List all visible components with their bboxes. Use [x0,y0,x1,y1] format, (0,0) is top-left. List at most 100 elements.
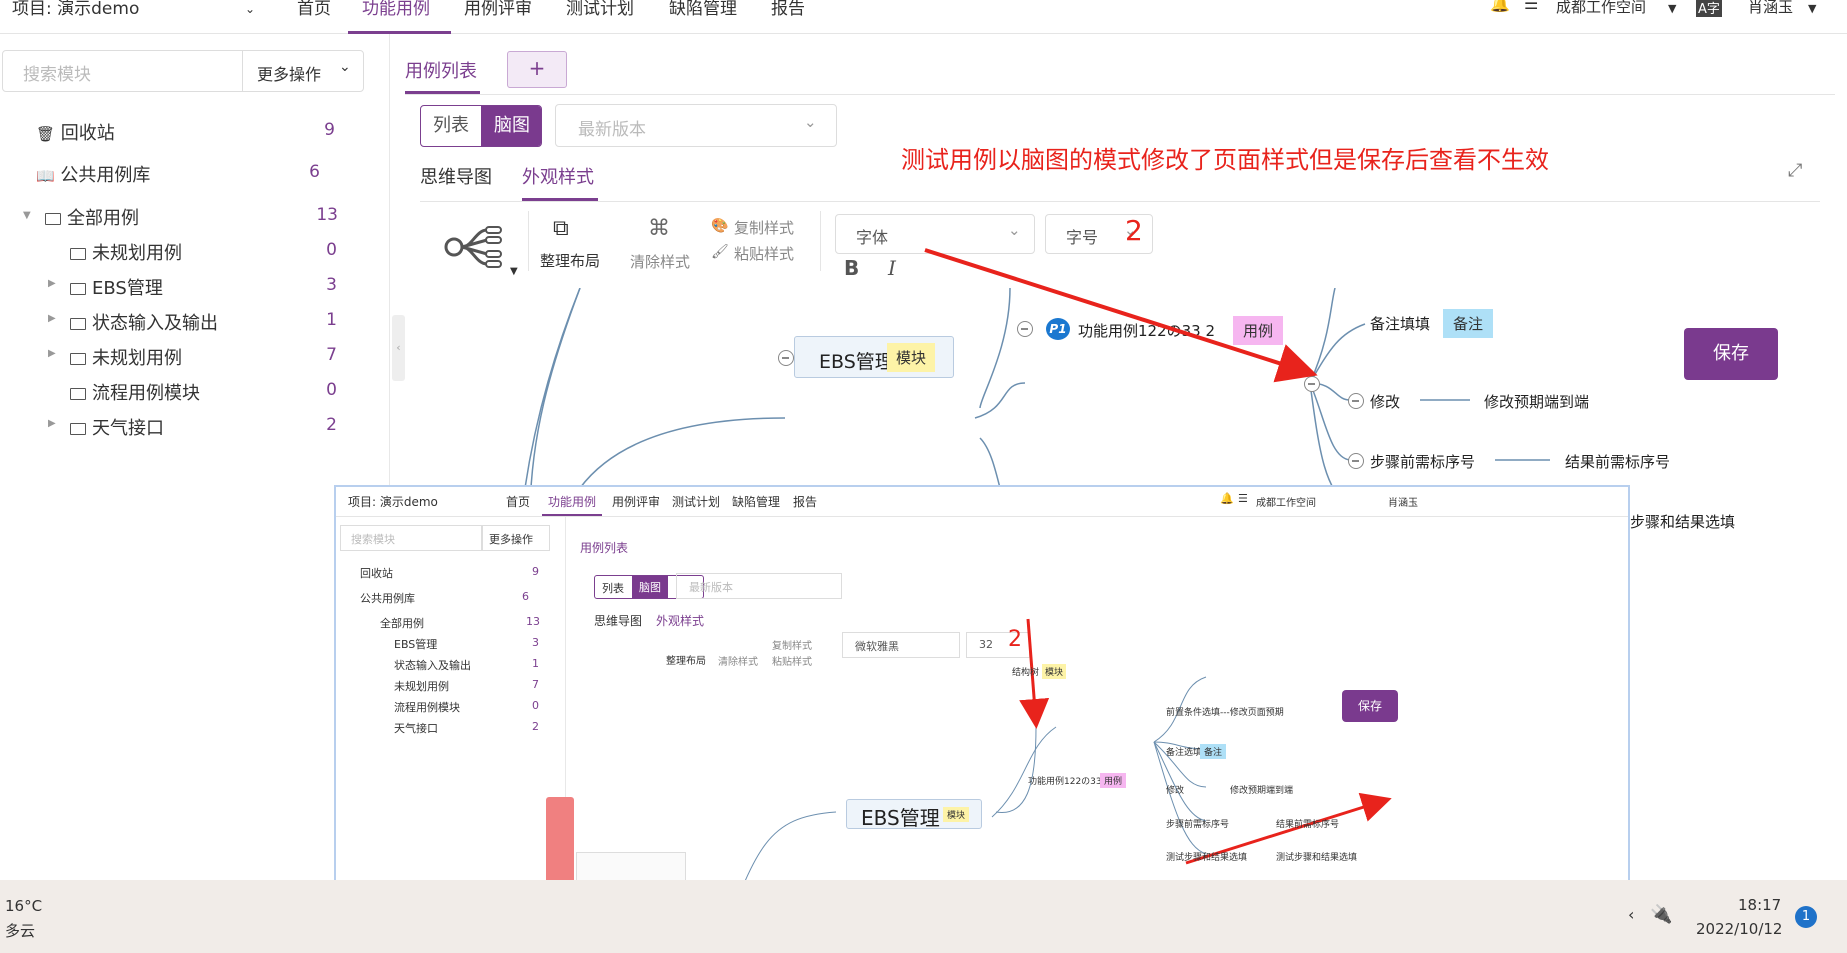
bold-button[interactable]: B [844,256,859,280]
bell-icon[interactable]: 🔔 [1490,0,1510,13]
inner-node-test-value[interactable]: 测试步骤和结果选填 [1276,850,1357,863]
inner-tag-case: 用例 [1100,773,1127,788]
collapse-node-icon[interactable] [1304,376,1320,392]
nav-tab-review[interactable]: 用例评审 [464,0,532,19]
tab-case-list[interactable]: 用例列表 [405,57,477,83]
folder-icon [70,353,86,365]
notification-badge[interactable]: 1 [1795,906,1817,928]
mindmap-node-note[interactable]: 备注填填 [1370,313,1430,334]
node-tag-case: 用例 [1233,316,1284,345]
nav-tab-defects[interactable]: 缺陷管理 [669,0,737,19]
collapse-node-icon[interactable] [1348,453,1364,469]
expand-caret-icon[interactable]: ▶ [48,313,56,324]
caret-down-icon[interactable]: ▼ [1668,2,1676,15]
chevron-down-icon[interactable]: ⌄ [245,2,255,16]
search-input[interactable]: 搜索模块 [2,50,243,92]
list-view-button[interactable]: 列表 [421,106,481,146]
palette-icon: 🎨 [711,218,729,234]
inner-node-modify[interactable]: 修改 [1166,783,1184,796]
mindmap-node-modify-value[interactable]: 修改预期端到端 [1484,391,1589,412]
expand-caret-icon[interactable]: ▶ [48,278,56,289]
sidebar-item-ebs[interactable]: EBS管理 [70,274,163,300]
inner-node-pre[interactable]: 前置条件选填---修改页面预期 [1166,705,1284,718]
inner-node-step-value[interactable]: 结果前需标序号 [1276,817,1339,830]
sidebar-item-flow[interactable]: 流程用例模块 [70,379,200,405]
expand-caret-icon[interactable]: ▶ [48,418,56,429]
folder-icon [70,248,86,260]
inner-node-note[interactable]: 备注选填 [1166,745,1202,758]
divider [820,211,821,271]
weather-desc[interactable]: 多云 [5,920,35,941]
collapse-handle[interactable]: ‹ [392,315,405,381]
add-tab-button[interactable]: + [507,51,567,88]
nav-tab-cases[interactable]: 功能用例 [362,0,430,19]
inner-case-node[interactable]: 功能用例122の33 2 [1028,774,1110,787]
collapse-node-icon[interactable] [1017,321,1033,337]
sidebar-item-recycle[interactable]: 🗑 回收站 [36,119,115,145]
more-ops-dropdown[interactable]: 更多操作 ⌄ [242,50,364,92]
mindmap-node-step[interactable]: 步骤前需标序号 [1370,451,1475,472]
tidy-layout-icon[interactable]: ⧉ [553,216,569,241]
sidebar-item-status[interactable]: 状态输入及输出 [70,309,218,335]
count-badge: 1 [326,310,337,330]
tidy-layout-button[interactable]: 整理布局 [540,250,600,271]
expand-caret-icon[interactable]: ▼ [23,210,31,221]
clock-date[interactable]: 2022/10/12 [1696,920,1782,938]
inner-node-struct[interactable]: 结构树 [1012,665,1039,678]
translate-icon[interactable]: A字 [1696,0,1722,17]
italic-button[interactable]: I [888,256,896,280]
trash-icon: 🗑 [36,125,56,143]
nav-tab-plan[interactable]: 测试计划 [566,0,634,19]
mindmap-node-modify[interactable]: 修改 [1370,391,1400,412]
version-select[interactable]: 最新版本 ⌄ [555,104,837,147]
sidebar-item-unplanned-2[interactable]: 未规划用例 [70,344,182,370]
mindmap-template-icon[interactable] [442,218,504,276]
inner-root-node[interactable]: EBS管理 模块 [846,799,982,830]
count-badge: 9 [324,120,335,140]
clear-style-button[interactable]: 清除样式 [630,251,690,272]
chevron-left-icon[interactable]: ‹ [1628,905,1634,924]
fullscreen-icon[interactable]: ⤢ [1788,160,1802,181]
module-sidebar: 搜索模块 更多操作 ⌄ 🗑 回收站 9 📖 公共用例库 6 ▼ 全部用例 13 … [0,34,390,874]
style-toolbar: ▼ ⧉ 整理布局 ⌘ 清除样式 🎨 复制样式 🖌 粘贴样式 字体 ⌄ 字号 ⌄ … [420,206,1820,288]
user-menu[interactable]: 肖涵玉 [1748,0,1793,17]
nav-tab-home[interactable]: 首页 [297,0,331,19]
copy-style-button[interactable]: 复制样式 [734,217,794,238]
nav-tab-report[interactable]: 报告 [771,0,805,19]
project-selector[interactable]: 项目: 演示demo [12,0,139,19]
subtab-mindmap[interactable]: 思维导图 [420,163,492,189]
sidebar-item-weather[interactable]: 天气接口 [70,414,164,440]
paste-style-button[interactable]: 粘贴样式 [734,243,794,264]
inner-node-modify-value[interactable]: 修改预期端到端 [1230,783,1293,796]
collapse-node-icon[interactable] [1348,393,1364,409]
inner-save-button[interactable]: 保存 [1342,690,1398,722]
clock-time[interactable]: 18:17 [1738,896,1781,914]
sidebar-item-public-lib[interactable]: 📖 公共用例库 [36,161,150,187]
collapse-node-icon[interactable] [778,350,794,366]
mindmap-root-node[interactable]: EBS管理 模块 [794,336,954,378]
sidebar-item-unplanned[interactable]: 未规划用例 [70,239,182,265]
chevron-down-icon: ⌄ [804,113,817,131]
mindmap-view-button[interactable]: 脑图 [481,106,541,146]
workspace-selector[interactable]: 成都工作空间 [1556,0,1646,17]
mindmap-node-test[interactable]: 步骤和结果选填 [1630,511,1735,532]
mindmap-node-step-value[interactable]: 结果前需标序号 [1565,451,1670,472]
folder-icon [45,213,61,225]
font-family-select[interactable]: 字体 ⌄ [835,214,1035,254]
inner-node-step[interactable]: 步骤前需标序号 [1166,817,1229,830]
weather-temp[interactable]: 16°C [5,897,42,915]
save-button[interactable]: 保存 [1684,328,1778,380]
subtab-style[interactable]: 外观样式 [522,163,594,189]
chevron-down-icon: ⌄ [1008,221,1021,239]
inner-node-test[interactable]: 测试步骤和结果选填 [1166,850,1247,863]
battery-icon[interactable]: 🔌 [1650,904,1672,925]
list-icon[interactable]: ☰ [1524,0,1538,13]
expand-caret-icon[interactable]: ▶ [48,348,56,359]
brush-icon[interactable]: ⌘ [648,216,670,241]
mindmap-case-node[interactable]: 功能用例122の33 2 [1078,320,1215,341]
caret-down-icon[interactable]: ▼ [510,266,518,277]
node-tag-module: 模块 [887,343,936,372]
chevron-down-icon: ⌄ [339,59,351,75]
sidebar-item-all[interactable]: 全部用例 [45,204,139,230]
caret-down-icon[interactable]: ▼ [1808,2,1816,15]
